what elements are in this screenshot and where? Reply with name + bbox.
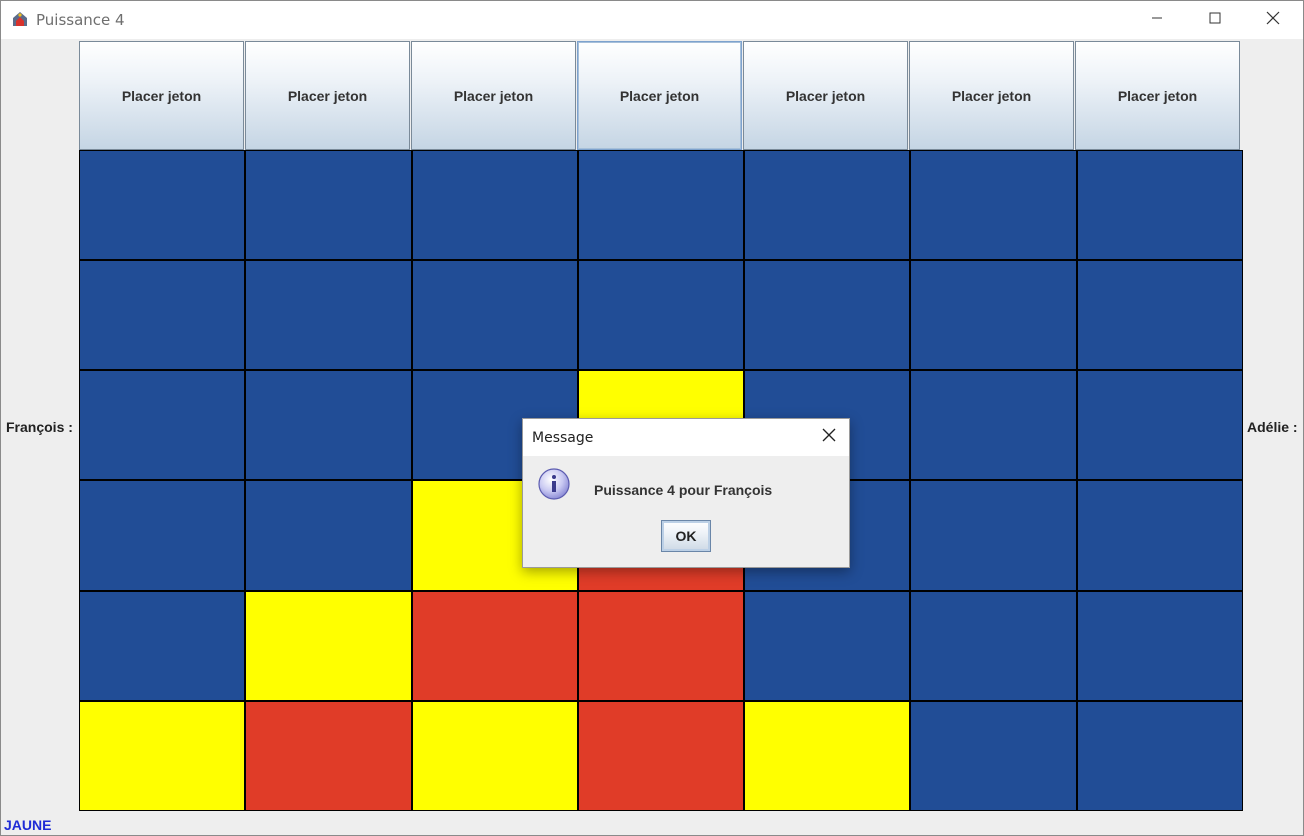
board-cell-red: [578, 591, 744, 700]
maximize-icon: [1209, 11, 1221, 29]
board-cell-empty: [80, 481, 245, 590]
minimize-button[interactable]: [1128, 1, 1186, 39]
game-window: Puissance 4 François : Adélie : Placer j…: [0, 0, 1304, 836]
title-bar[interactable]: Puissance 4: [1, 1, 1303, 39]
place-token-button-col-6[interactable]: Placer jeton: [909, 41, 1074, 150]
board-cell-empty: [911, 151, 1076, 260]
board-cell-empty: [80, 591, 245, 700]
dialog-message: Puissance 4 pour François: [594, 482, 773, 498]
board-cell-empty: [1077, 151, 1242, 260]
ok-button[interactable]: OK: [661, 520, 711, 552]
close-icon: [822, 428, 836, 447]
place-token-button-col-2[interactable]: Placer jeton: [245, 41, 410, 150]
board-cell-yellow: [246, 591, 411, 700]
place-token-button-col-3[interactable]: Placer jeton: [411, 41, 576, 150]
window-title: Puissance 4: [36, 11, 125, 29]
board-cell-empty: [80, 151, 245, 260]
board-cell-empty: [246, 371, 411, 480]
current-player-status: JAUNE: [4, 817, 52, 833]
place-token-button-col-7[interactable]: Placer jeton: [1075, 41, 1240, 150]
minimize-icon: [1151, 11, 1163, 29]
board-cell-empty: [745, 261, 910, 370]
info-icon: [537, 467, 571, 501]
board-cell-empty: [745, 151, 910, 260]
dialog-close-button[interactable]: [809, 419, 849, 456]
board-cell-red: [412, 591, 577, 700]
board-cell-yellow: [745, 701, 910, 810]
place-token-button-col-4[interactable]: Placer jeton: [577, 41, 742, 150]
board-cell-red: [246, 701, 411, 810]
column-button-row: Placer jeton Placer jeton Placer jeton P…: [79, 41, 1243, 150]
place-token-button-col-5[interactable]: Placer jeton: [743, 41, 908, 150]
board-cell-empty: [412, 151, 577, 260]
dialog-title: Message: [532, 430, 594, 446]
board-cell-red: [578, 701, 744, 810]
board-cell-empty: [80, 371, 245, 480]
board-cell-empty: [80, 261, 245, 370]
board-cell-empty: [745, 591, 910, 700]
board-cell-empty: [911, 371, 1076, 480]
board-cell-empty: [412, 261, 577, 370]
java-cup-icon: [10, 10, 30, 28]
board-cell-empty: [1077, 371, 1242, 480]
board-cell-empty: [1077, 481, 1242, 590]
board-cell-empty: [578, 151, 744, 260]
maximize-button[interactable]: [1186, 1, 1244, 39]
dialog-title-bar[interactable]: Message: [523, 419, 849, 456]
player-label-left: François :: [6, 419, 73, 435]
board-cell-empty: [911, 481, 1076, 590]
board-cell-empty: [246, 481, 411, 590]
board-cell-empty: [1077, 591, 1242, 700]
board-cell-empty: [1077, 701, 1242, 810]
board-cell-empty: [246, 261, 411, 370]
board-cell-empty: [578, 261, 744, 370]
board-cell-yellow: [80, 701, 245, 810]
board-cell-empty: [911, 261, 1076, 370]
board-cell-empty: [1077, 261, 1242, 370]
player-label-right: Adélie :: [1247, 419, 1298, 435]
board-cell-empty: [911, 701, 1076, 810]
close-button[interactable]: [1244, 1, 1302, 39]
place-token-button-col-1[interactable]: Placer jeton: [79, 41, 244, 150]
message-dialog: Message Puissance 4 pour François OK: [522, 418, 850, 568]
close-icon: [1266, 11, 1280, 30]
board-cell-yellow: [412, 701, 577, 810]
board-cell-empty: [246, 151, 411, 260]
board-cell-empty: [911, 591, 1076, 700]
